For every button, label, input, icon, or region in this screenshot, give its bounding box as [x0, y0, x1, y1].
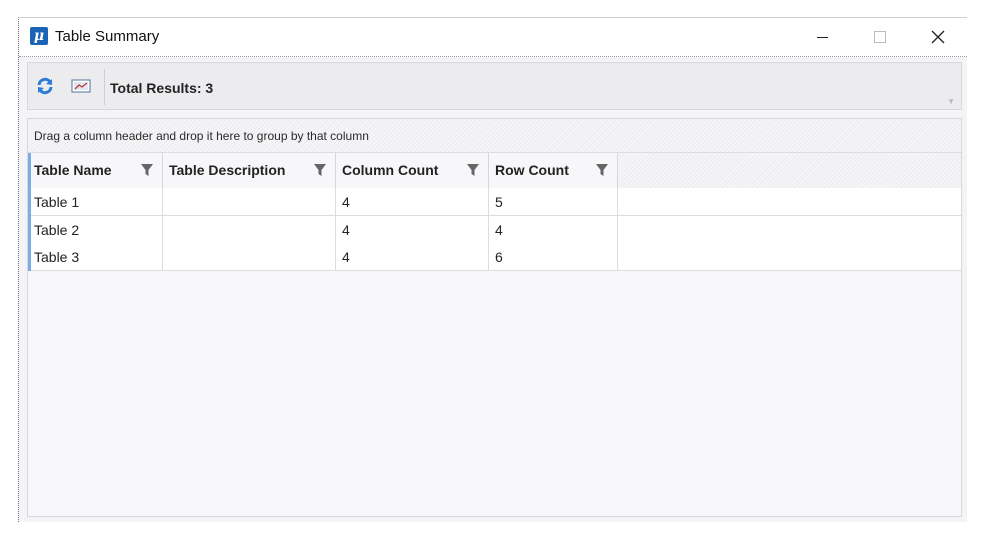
column-header-table-description[interactable]: Table Description	[163, 153, 336, 188]
filter-icon[interactable]	[140, 163, 154, 177]
column-header-label: Table Description	[169, 162, 286, 178]
column-header-row-count[interactable]: Row Count	[489, 153, 618, 188]
toolbar-overflow-icon[interactable]: ▼	[947, 97, 955, 106]
column-header-column-count[interactable]: Column Count	[336, 153, 489, 188]
close-button[interactable]	[915, 18, 961, 56]
toolbar-separator	[104, 69, 105, 105]
group-hint-text: Drag a column header and drop it here to…	[34, 129, 369, 143]
minimize-button[interactable]	[799, 18, 845, 56]
toolbar: Total Results: 3 ▼	[27, 62, 962, 110]
cell-column-count[interactable]: 4	[336, 188, 489, 215]
cell-column-count[interactable]: 4	[336, 243, 489, 270]
table-row[interactable]: Table 1 4 5	[28, 188, 961, 216]
cell-table-name[interactable]: Table 2	[28, 216, 163, 243]
minimize-icon	[816, 36, 828, 38]
results-grid: Drag a column header and drop it here to…	[27, 118, 962, 517]
app-icon: μ	[30, 27, 48, 45]
close-icon	[931, 30, 945, 44]
window-title: Table Summary	[55, 28, 160, 45]
export-chart-button[interactable]	[70, 75, 92, 97]
title-bar: μ Table Summary	[19, 18, 967, 57]
column-header-table-name[interactable]: Table Name	[28, 153, 163, 188]
cell-row-count[interactable]: 4	[489, 216, 618, 243]
cell-table-name[interactable]: Table 1	[28, 188, 163, 215]
chart-icon	[71, 79, 91, 93]
column-header-label: Column Count	[342, 162, 439, 178]
table-row[interactable]: Table 3 4 6	[28, 243, 961, 271]
table-summary-window: μ Table Summary Total Results: 3 ▼ Drag …	[18, 17, 967, 522]
column-header-row: Table Name Table Description Column Coun…	[28, 153, 961, 189]
table-row[interactable]: Table 2 4 4	[28, 216, 961, 245]
refresh-button[interactable]	[34, 75, 56, 97]
cell-row-count[interactable]: 5	[489, 188, 618, 215]
row-indicator	[28, 153, 31, 271]
cell-column-count[interactable]: 4	[336, 216, 489, 243]
cell-table-description[interactable]	[163, 216, 336, 243]
cell-row-count[interactable]: 6	[489, 243, 618, 270]
column-header-label: Row Count	[495, 162, 569, 178]
filter-icon[interactable]	[313, 163, 327, 177]
refresh-icon	[37, 77, 53, 95]
total-results-label: Total Results: 3	[110, 80, 214, 96]
maximize-button[interactable]	[857, 18, 903, 56]
cell-table-description[interactable]	[163, 243, 336, 270]
cell-table-description[interactable]	[163, 188, 336, 215]
maximize-icon	[874, 31, 886, 43]
group-panel[interactable]: Drag a column header and drop it here to…	[28, 119, 961, 153]
filter-icon[interactable]	[595, 163, 609, 177]
cell-table-name[interactable]: Table 3	[28, 243, 163, 270]
filter-icon[interactable]	[466, 163, 480, 177]
column-header-label: Table Name	[34, 162, 112, 178]
